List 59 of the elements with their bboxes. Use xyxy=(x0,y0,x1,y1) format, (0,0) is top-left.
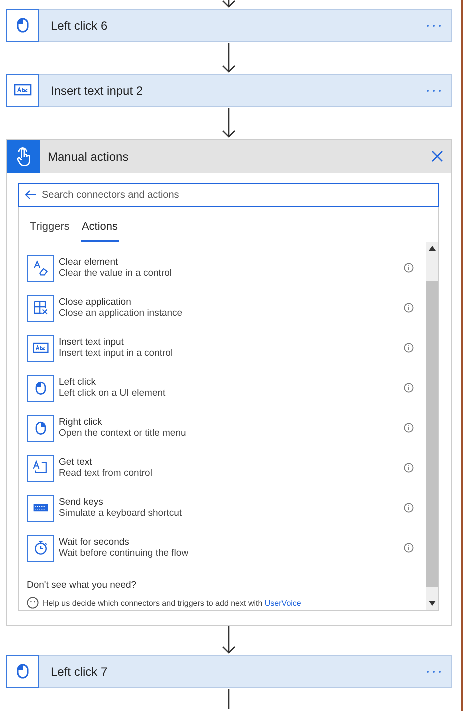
card-title: Left click 7 xyxy=(51,664,109,678)
action-item[interactable]: Get text Read text from control xyxy=(27,448,426,488)
action-description: Close an application instance xyxy=(59,308,184,319)
back-arrow-icon[interactable] xyxy=(25,190,37,200)
uservoice-link[interactable]: UserVoice xyxy=(264,598,302,608)
action-description: Clear the value in a control xyxy=(59,268,174,279)
action-title: Clear element xyxy=(59,257,120,268)
action-item[interactable]: Left click Left click on a UI element xyxy=(27,368,426,408)
info-icon[interactable] xyxy=(404,343,414,353)
smiley-icon xyxy=(27,597,39,609)
window-close-icon xyxy=(32,299,50,317)
action-description: Simulate a keyboard shortcut xyxy=(59,508,184,519)
action-description: Open the context or title menu xyxy=(59,428,188,439)
action-title: Insert text input xyxy=(59,337,125,348)
info-icon[interactable] xyxy=(404,463,414,473)
card-title: Insert text input 2 xyxy=(51,84,144,98)
action-item[interactable]: Insert text input Insert text input in a control xyxy=(27,328,426,368)
action-title: Left click xyxy=(59,377,97,388)
info-icon[interactable] xyxy=(404,543,414,553)
action-item[interactable]: Close application Close an application instance xyxy=(27,288,426,328)
action-title: Close application xyxy=(59,297,132,308)
panel-title: Manual actions xyxy=(48,150,130,164)
action-title: Get text xyxy=(59,457,94,468)
connector-arrow xyxy=(222,43,236,73)
tab[interactable]: Triggers xyxy=(29,217,71,242)
info-icon[interactable] xyxy=(404,503,414,513)
action-description: Read text from control xyxy=(59,468,154,479)
action-title: Right click xyxy=(59,417,104,428)
eraser-icon xyxy=(32,259,50,277)
card-title: Left click 6 xyxy=(51,18,109,32)
close-icon xyxy=(432,151,443,162)
scroll-down-icon[interactable] xyxy=(428,601,436,606)
tab[interactable]: Actions xyxy=(80,217,120,242)
connector-line xyxy=(228,689,230,709)
action-card[interactable]: Insert text input 2 xyxy=(6,74,452,107)
action-card[interactable]: Left click 6 xyxy=(6,9,452,42)
info-icon[interactable] xyxy=(404,263,414,273)
connector-arrow xyxy=(222,626,236,654)
action-item[interactable]: Right click Open the context or title menu xyxy=(27,408,426,448)
action-item[interactable]: Wait for seconds Wait before continuing the flow xyxy=(27,528,426,568)
info-icon[interactable] xyxy=(404,423,414,433)
action-description: Wait before continuing the flow xyxy=(59,548,190,559)
info-icon[interactable] xyxy=(404,303,414,313)
scrollbar[interactable] xyxy=(426,242,438,610)
action-item[interactable]: Clear element Clear the value in a control xyxy=(27,248,426,288)
help-heading: Don't see what you need? xyxy=(27,580,137,591)
action-card[interactable]: Left click 7 xyxy=(6,655,452,688)
connector-arrow xyxy=(222,0,236,8)
action-description: Left click on a UI element xyxy=(59,388,167,399)
action-item[interactable]: Send keys Simulate a keyboard shortcut xyxy=(27,488,426,528)
action-title: Wait for seconds xyxy=(59,537,130,548)
search-field[interactable]: Search connectors and actions xyxy=(18,183,439,207)
action-title: Send keys xyxy=(59,497,104,508)
help-text: Help us decide which connectors and triggers to add next with UserVoice xyxy=(43,598,302,608)
connector-arrow xyxy=(222,108,236,138)
info-icon[interactable] xyxy=(404,383,414,393)
action-description: Insert text input in a control xyxy=(59,348,174,359)
scroll-up-icon[interactable] xyxy=(428,246,436,251)
scrollbar-thumb[interactable] xyxy=(426,281,438,587)
